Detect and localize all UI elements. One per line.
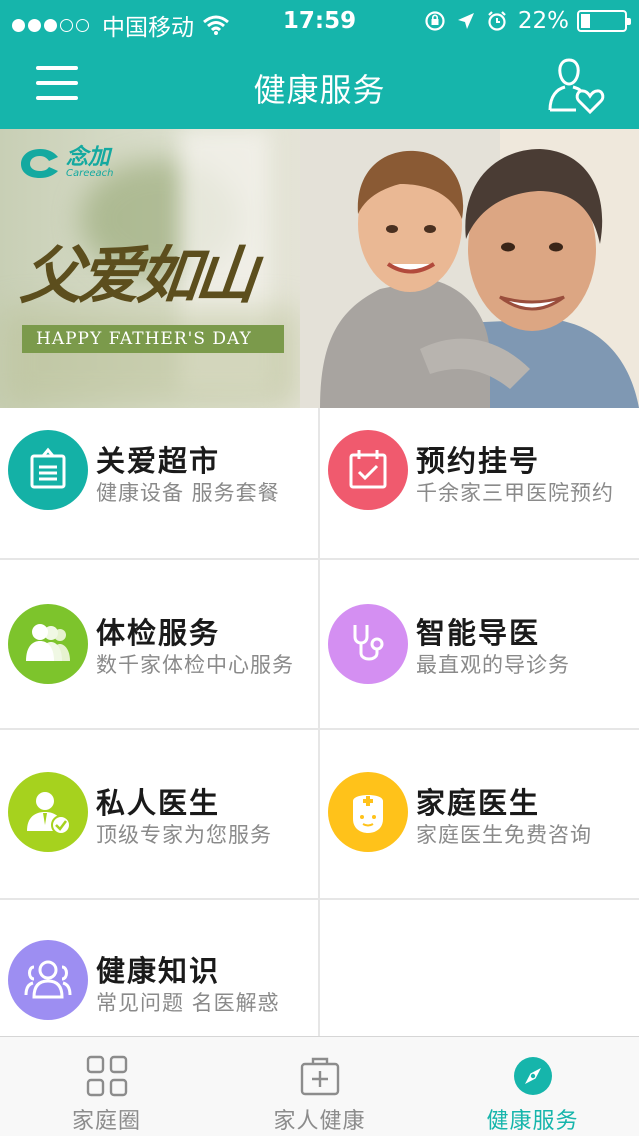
medical-kit-icon: [300, 1057, 340, 1096]
promo-banner[interactable]: 念加 Careeach 父爱如山 HAPPY FATHER'S DAY: [0, 129, 639, 408]
tab-bar: 家庭圈 家人健康 健康服务: [0, 1036, 639, 1136]
logo-icon: [21, 149, 58, 178]
service-tile-family-doctor[interactable]: 家庭医生 家庭医生免费咨询: [320, 730, 638, 898]
nav-bar: 健康服务: [0, 42, 639, 129]
banner-tagline: HAPPY FATHER'S DAY: [22, 325, 284, 353]
service-title: 关爱超市: [96, 444, 221, 478]
service-tile-private-doctor[interactable]: 私人医生 顶级专家为您服务: [0, 730, 318, 898]
status-right: 22%: [424, 8, 631, 34]
tab-label: 家庭圈: [71, 1109, 141, 1134]
service-tile-health-knowledge[interactable]: 健康知识 常见问题 名医解惑: [0, 900, 318, 1036]
banner-slogan: 父爱如山: [17, 239, 258, 312]
calendar-check-icon: [328, 430, 408, 510]
page-title: 健康服务: [253, 71, 386, 109]
brand-name: 念加: [66, 145, 111, 170]
service-title: 健康知识: [96, 954, 221, 988]
service-tile-care-market[interactable]: 关爱超市 健康设备 服务套餐: [0, 408, 318, 558]
service-title: 预约挂号: [416, 444, 541, 478]
brand-subtitle: Careeach: [66, 168, 114, 179]
people-icon: [8, 940, 88, 1020]
group-icon: [8, 604, 88, 684]
status-bar: 中国移动 17:59 22%: [0, 0, 639, 42]
service-subtitle: 常见问题 名医解惑: [96, 991, 280, 1015]
tab-health-services[interactable]: 健康服务: [426, 1037, 639, 1136]
orientation-lock-icon: [425, 11, 445, 31]
battery-icon: [577, 10, 631, 32]
compass-icon: [514, 1057, 552, 1095]
service-grid: 关爱超市 健康设备 服务套餐 预约挂号 千余家三甲医院预约 体检服务 数千家体检…: [0, 408, 639, 1036]
tab-label: 健康服务: [486, 1109, 579, 1134]
clipboard-icon: [8, 430, 88, 510]
service-tile-checkup[interactable]: 体检服务 数千家体检中心服务: [0, 560, 318, 728]
service-tile-appointment[interactable]: 预约挂号 千余家三甲医院预约: [320, 408, 638, 558]
tab-family-circle[interactable]: 家庭圈: [0, 1037, 213, 1136]
service-title: 家庭医生: [416, 786, 541, 820]
service-subtitle: 最直观的导诊务: [416, 653, 570, 677]
brand-logo: 念加 Careeach: [18, 145, 114, 181]
service-title: 智能导医: [416, 616, 541, 650]
grid-icon: [86, 1055, 128, 1097]
nurse-icon: [328, 772, 408, 852]
alarm-icon: [488, 11, 506, 31]
battery-percent: 22%: [517, 8, 569, 34]
user-heart-icon[interactable]: [546, 56, 606, 116]
father-son-photo: [300, 129, 639, 408]
service-title: 私人医生: [96, 786, 221, 820]
tab-family-health[interactable]: 家人健康: [213, 1037, 426, 1136]
service-subtitle: 千余家三甲医院预约: [416, 481, 614, 505]
service-title: 体检服务: [96, 616, 221, 650]
service-subtitle: 家庭医生免费咨询: [416, 823, 592, 847]
service-subtitle: 健康设备 服务套餐: [96, 481, 280, 505]
top-bar: 中国移动 17:59 22% 健康服务: [0, 0, 639, 129]
service-subtitle: 数千家体检中心服务: [96, 653, 294, 677]
service-subtitle: 顶级专家为您服务: [96, 823, 272, 847]
tab-label: 家人健康: [273, 1109, 366, 1134]
location-icon: [457, 13, 474, 29]
stethoscope-icon: [328, 604, 408, 684]
doctor-check-icon: [8, 772, 88, 852]
service-tile-smart-guide[interactable]: 智能导医 最直观的导诊务: [320, 560, 638, 728]
